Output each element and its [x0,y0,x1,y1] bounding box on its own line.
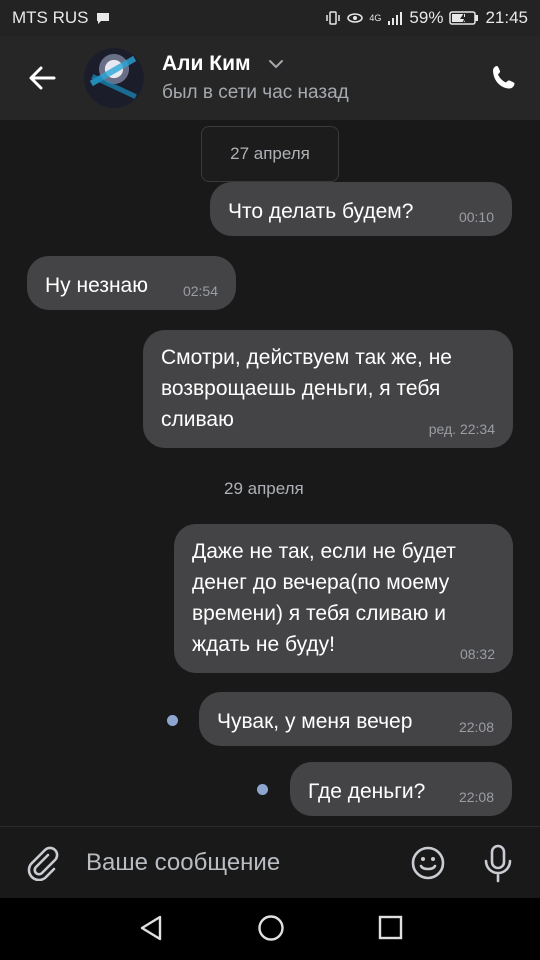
contact-last-seen: был в сети час назад [162,82,349,103]
message-composer [0,826,540,898]
message-time: 02:54 [182,283,218,299]
message-text: Что делать будем? [228,200,414,223]
message-bubble-outgoing[interactable]: Что делать будем? 00:10 [210,182,512,236]
nav-home-icon[interactable] [257,914,285,942]
message-text: Ну незнаю [45,274,148,297]
message-list[interactable]: 27 апреля Что делать будем? 00:10 Ну нез… [0,120,540,826]
back-arrow-icon[interactable] [24,60,60,96]
message-bubble-outgoing[interactable]: Где деньги? 22:08 [290,762,512,816]
message-time: 22:08 [458,789,494,805]
vibrate-icon [326,11,341,25]
message-bubble-outgoing[interactable]: Даже не так, если не будет денег до вече… [174,524,513,673]
date-separator: 27 апреля [201,126,339,182]
microphone-icon[interactable] [480,843,516,883]
message-notification-icon [96,13,109,24]
message-text: Даже не так, если не будет денег до вече… [192,540,456,656]
message-text: Смотри, действуем так же, не возврощаешь… [161,346,452,431]
unread-indicator [167,715,178,726]
chat-header: Али Ким был в сети час назад [0,36,540,120]
message-time: 08:32 [459,646,495,662]
unread-indicator [257,784,268,795]
message-bubble-outgoing[interactable]: Чувак, у меня вечер 22:08 [199,692,512,746]
status-bar: MTS RUS 4G 59% 21:45 [0,0,540,36]
nav-recent-apps-icon[interactable] [378,915,403,940]
message-text: Где деньги? [308,780,426,803]
contact-name[interactable]: Али Ким [162,52,251,76]
eye-comfort-icon [347,13,364,23]
battery-percent: 59% [409,8,444,27]
signal-icon [388,12,403,25]
message-bubble-outgoing[interactable]: Смотри, действуем так же, не возврощаешь… [143,330,513,448]
message-text: Чувак, у меня вечер [217,710,413,733]
phone-call-icon[interactable] [490,64,518,92]
carrier-label: MTS RUS [12,8,89,27]
network-type-label: 4G [369,12,382,23]
date-separator: 29 апреля [224,479,304,498]
paperclip-icon[interactable] [24,845,60,881]
message-input[interactable] [86,843,386,883]
system-navigation-bar [0,898,540,960]
nav-back-icon[interactable] [138,914,164,942]
message-bubble-incoming[interactable]: Ну незнаю 02:54 [27,256,236,310]
message-time: ред. 22:34 [428,421,495,437]
message-time: 22:08 [458,719,494,735]
chevron-down-icon[interactable] [268,58,284,70]
avatar[interactable] [84,48,144,108]
message-time: 00:10 [458,209,494,225]
emoji-icon[interactable] [410,845,446,881]
clock: 21:45 [485,8,528,27]
battery-charging-icon [449,11,479,25]
